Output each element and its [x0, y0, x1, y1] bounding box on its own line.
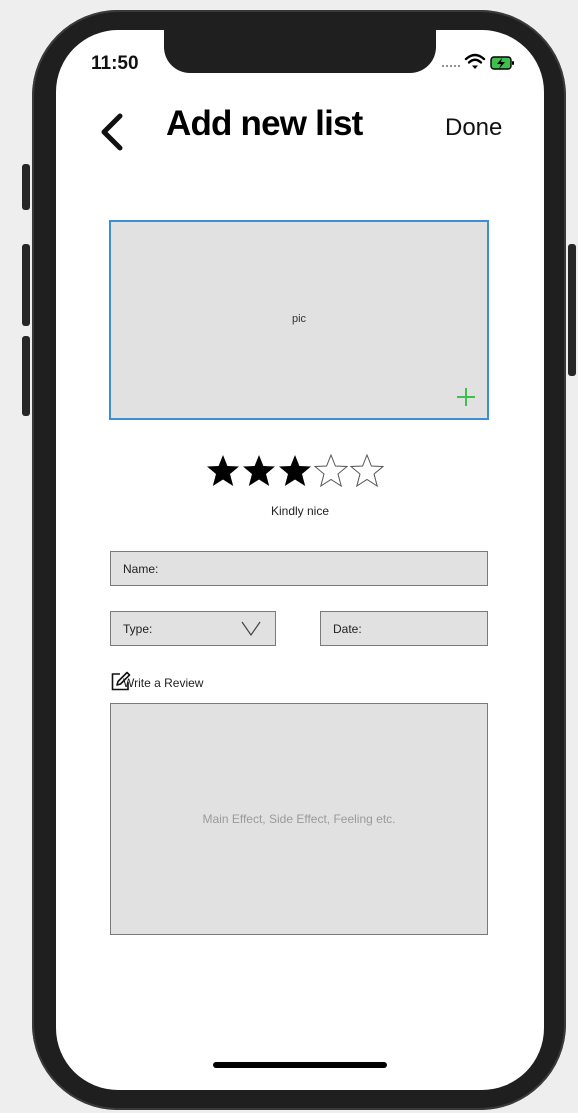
star-empty-icon[interactable]: [349, 452, 385, 490]
phone-volume-up-button: [22, 244, 30, 326]
phone-silent-switch: [22, 164, 30, 210]
date-field-label: Date:: [333, 621, 362, 636]
home-indicator[interactable]: [213, 1062, 387, 1068]
photo-placeholder-label: pic: [291, 313, 307, 325]
type-dropdown[interactable]: Type:: [110, 611, 276, 646]
name-field-label: Name:: [123, 561, 159, 576]
rating-description: Kindly nice: [270, 504, 330, 518]
star-rating[interactable]: [205, 452, 385, 496]
date-field[interactable]: Date:: [320, 611, 488, 646]
signal-dots-icon: [441, 64, 461, 68]
wifi-icon: [464, 53, 486, 64]
page-title: Add new list: [166, 104, 363, 143]
name-field[interactable]: Name:: [110, 551, 488, 586]
star-empty-icon[interactable]: [313, 452, 349, 490]
type-field-label: Type:: [123, 621, 153, 636]
phone-power-button: [568, 244, 576, 376]
wifi-dot-icon: [472, 65, 478, 69]
phone-volume-down-button: [22, 336, 30, 416]
star-filled-icon[interactable]: [205, 452, 241, 490]
star-filled-icon[interactable]: [277, 452, 313, 490]
review-placeholder: Main Effect, Side Effect, Feeling etc.: [202, 812, 396, 826]
status-icons: [441, 53, 514, 70]
battery-icon: [490, 56, 514, 70]
review-textarea[interactable]: Main Effect, Side Effect, Feeling etc.: [110, 703, 488, 935]
chevron-down-icon: [241, 621, 261, 637]
star-filled-icon[interactable]: [241, 452, 277, 490]
notch: [164, 30, 436, 73]
add-photo-plus-icon[interactable]: [455, 386, 477, 408]
app-screen: 11:50 Add new list Done pic Kindly nice …: [56, 30, 544, 1090]
status-time: 11:50: [91, 53, 139, 74]
write-review-label: Write a Review: [123, 676, 204, 690]
done-button[interactable]: Done: [445, 114, 502, 142]
phone-frame: 11:50 Add new list Done pic Kindly nice …: [32, 10, 566, 1110]
photo-upload-area[interactable]: pic: [109, 220, 489, 420]
back-chevron-icon[interactable]: [94, 110, 130, 154]
